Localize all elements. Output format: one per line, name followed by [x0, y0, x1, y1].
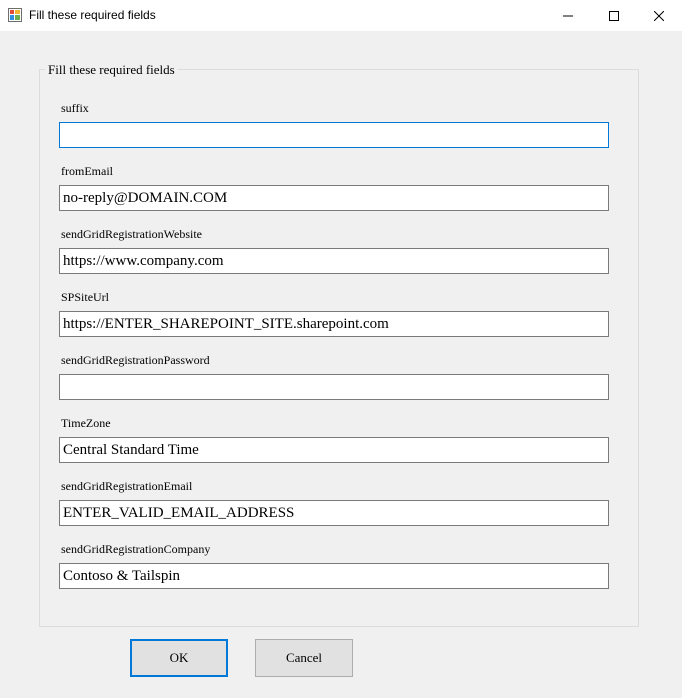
- field-label-registration-website: sendGridRegistrationWebsite: [61, 227, 203, 241]
- group-legend: Fill these required fields: [45, 62, 178, 78]
- maximize-icon: [609, 10, 619, 21]
- registration-email-input[interactable]: [59, 500, 609, 526]
- field-label-suffix: suffix: [61, 101, 89, 115]
- dialog-window: Fill these required fields Fill these re…: [0, 0, 682, 698]
- window-title: Fill these required fields: [29, 8, 156, 22]
- sp-site-url-input[interactable]: [59, 311, 609, 337]
- title-bar[interactable]: Fill these required fields: [0, 0, 682, 31]
- time-zone-input[interactable]: [59, 437, 609, 463]
- minimize-icon: [563, 15, 573, 16]
- form-app-icon: [8, 8, 22, 22]
- cancel-button[interactable]: Cancel: [255, 639, 353, 677]
- ok-button[interactable]: OK: [130, 639, 228, 677]
- field-label-registration-password: sendGridRegistrationPassword: [61, 353, 210, 367]
- registration-password-input[interactable]: [59, 374, 609, 400]
- suffix-input[interactable]: [59, 122, 609, 148]
- field-label-from-email: fromEmail: [61, 164, 113, 178]
- field-label-registration-email: sendGridRegistrationEmail: [61, 479, 193, 493]
- registration-website-input[interactable]: [59, 248, 609, 274]
- close-button[interactable]: [636, 0, 682, 31]
- close-icon: [654, 10, 664, 21]
- field-label-sp-site-url: SPSiteUrl: [61, 290, 110, 304]
- registration-company-input[interactable]: [59, 563, 609, 589]
- field-label-registration-company: sendGridRegistrationCompany: [61, 542, 211, 556]
- field-label-time-zone: TimeZone: [61, 416, 111, 430]
- maximize-button[interactable]: [591, 0, 637, 31]
- from-email-input[interactable]: [59, 185, 609, 211]
- minimize-button[interactable]: [545, 0, 591, 31]
